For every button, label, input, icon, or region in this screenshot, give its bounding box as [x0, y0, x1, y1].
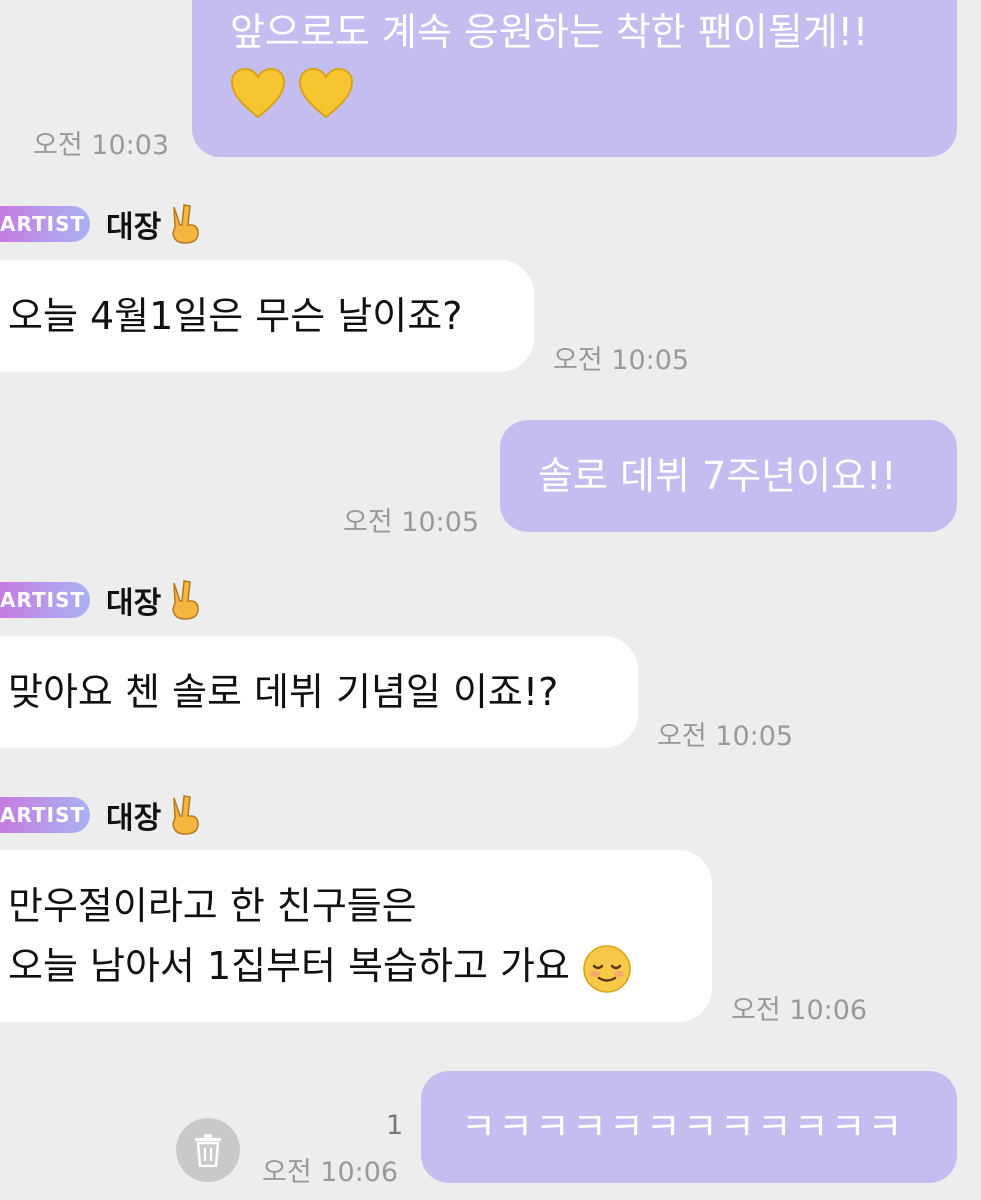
sender-header: ARTIST 대장 [0, 578, 203, 622]
artist-badge: ARTIST [0, 797, 90, 833]
delete-message-button[interactable] [176, 1118, 240, 1182]
message-text: 솔로 데뷔 7주년이요!! [538, 454, 897, 498]
received-message-bubble[interactable]: 맞아요 첸 솔로 데뷔 기념일 이죠!? [0, 636, 638, 748]
received-message-bubble[interactable]: 만우절이라고 한 친구들은 오늘 남아서 1집부터 복습하고 가요 [0, 850, 712, 1022]
relieved-face-icon [583, 944, 631, 993]
yellow-heart-icon [299, 67, 354, 118]
victory-hand-icon [172, 580, 199, 620]
sender-header: ARTIST 대장 [0, 202, 203, 246]
message-timestamp: 오전 10:05 [343, 507, 480, 538]
sender-header: ARTIST 대장 [0, 793, 203, 837]
unread-count: 1 [386, 1110, 404, 1141]
message-text-line: 만우절이라고 한 친구들은 [8, 884, 417, 928]
message-timestamp: 오전 10:03 [33, 130, 170, 161]
message-timestamp: 오전 10:05 [553, 345, 690, 376]
sent-message-bubble[interactable]: 솔로 데뷔 7주년이요!! [500, 420, 957, 532]
message-text: 맞아요 첸 솔로 데뷔 기념일 이죠!? [8, 670, 559, 714]
victory-hand-icon [172, 795, 199, 835]
yellow-heart-icon [230, 67, 286, 118]
artist-badge: ARTIST [0, 582, 90, 618]
message-timestamp: 오전 10:06 [731, 995, 868, 1026]
victory-hand-icon [172, 204, 199, 244]
message-text: ㅋㅋㅋㅋㅋㅋㅋㅋㅋㅋㅋㅋ [461, 1105, 905, 1149]
sender-name: 대장 [106, 801, 162, 836]
message-text: 오늘 4월1일은 무슨 날이죠? [8, 294, 463, 338]
sender-name: 대장 [106, 586, 162, 621]
received-message-bubble[interactable]: 오늘 4월1일은 무슨 날이죠? [0, 260, 534, 372]
message-text: 앞으로도 계속 응원하는 착한 팬이될게!! [230, 10, 869, 54]
message-timestamp: 오전 10:06 [262, 1157, 399, 1188]
artist-badge: ARTIST [0, 206, 90, 242]
message-timestamp: 오전 10:05 [657, 721, 794, 752]
sender-name: 대장 [106, 210, 162, 245]
message-text-line: 오늘 남아서 1집부터 복습하고 가요 [8, 936, 712, 996]
sent-message-bubble[interactable]: ㅋㅋㅋㅋㅋㅋㅋㅋㅋㅋㅋㅋ [421, 1071, 957, 1183]
sent-message-bubble[interactable]: 앞으로도 계속 응원하는 착한 팬이될게!! [192, 0, 957, 157]
yellow-heart-emojis [230, 64, 957, 119]
trash-icon [195, 1134, 221, 1167]
